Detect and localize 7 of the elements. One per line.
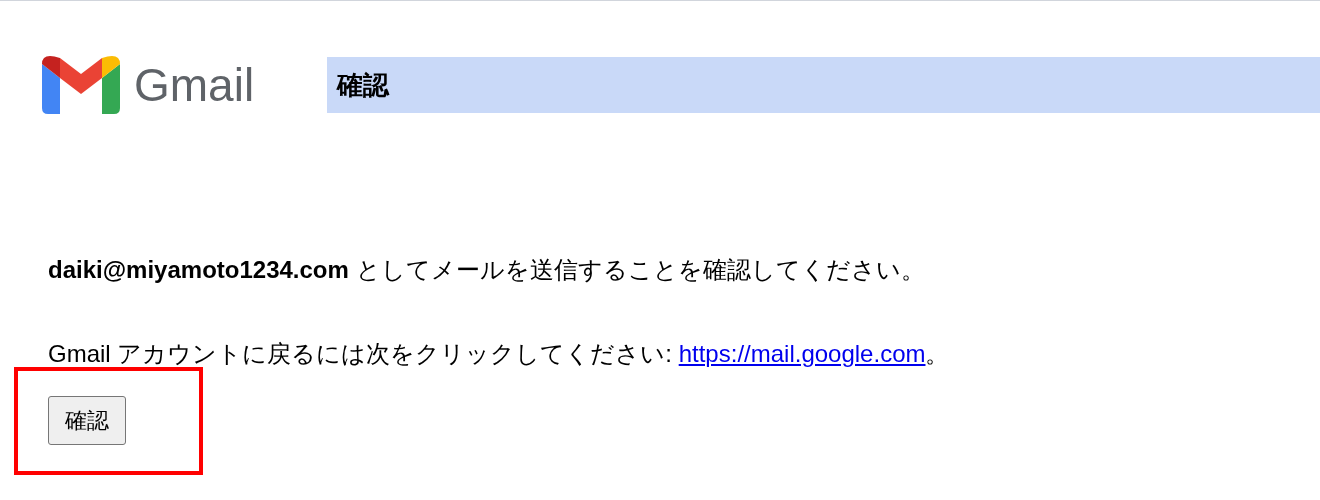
envelope-logo-icon <box>42 56 120 114</box>
confirmation-message: daiki@miyamoto1234.com としてメールを送信することを確認してください。 <box>48 255 926 285</box>
confirm-button[interactable]: 確認 <box>48 396 126 445</box>
page-title: 確認 <box>337 68 389 102</box>
mail-link[interactable]: https://mail.google.com <box>678 340 926 367</box>
gmail-wordmark: Gmail <box>134 62 255 108</box>
return-instruction: Gmail アカウントに戻るには次をクリックしてください: https://mail.google.com。 <box>48 339 951 369</box>
